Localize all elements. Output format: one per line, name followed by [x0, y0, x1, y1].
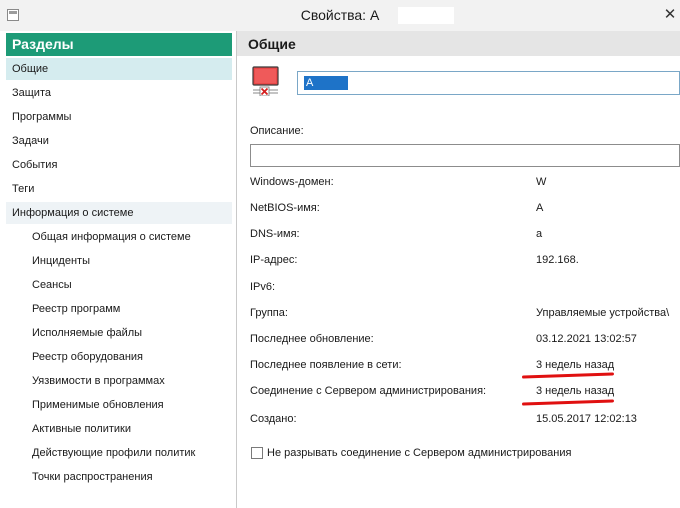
sidebar-subitem-vulnerabilities[interactable]: Уязвимости в программах: [32, 370, 232, 392]
prop-value-windows-domain: W: [536, 176, 547, 188]
section-title: Общие: [248, 36, 296, 52]
sidebar-subitem-general-system-info[interactable]: Общая информация о системе: [32, 226, 232, 248]
annotation-underline-last-seen: [521, 372, 615, 379]
prop-label-group: Группа:: [250, 307, 288, 319]
prop-label-netbios-name: NetBIOS-имя:: [250, 202, 320, 214]
prop-label-last-seen: Последнее появление в сети:: [250, 359, 402, 371]
prop-value-created: 15.05.2017 12:02:13: [536, 413, 637, 425]
sidebar-item-tasks[interactable]: Задачи: [6, 130, 232, 152]
prop-value-last-update: 03.12.2021 13:02:57: [536, 333, 637, 345]
title-bar: Свойства: А ✕: [0, 0, 680, 32]
sidebar-item-protection[interactable]: Защита: [6, 82, 232, 104]
sidebar-subitem-sessions[interactable]: Сеансы: [32, 274, 232, 296]
sidebar-item-applications[interactable]: Программы: [6, 106, 232, 128]
keep-connection-label[interactable]: Не разрывать соединение с Сервером админ…: [267, 447, 571, 459]
sections-sidebar: Разделы Общие Защита Программы Задачи Со…: [0, 31, 237, 508]
prop-value-admin-server-connection: 3 недель назад: [536, 385, 615, 397]
prop-value-ip-address: 192.168.: [536, 254, 579, 266]
prop-label-last-update: Последнее обновление:: [250, 333, 374, 345]
sidebar-item-general[interactable]: Общие: [6, 58, 232, 80]
prop-label-admin-server-connection: Соединение с Сервером администрирования:: [250, 385, 487, 397]
device-name-value: А: [304, 76, 316, 90]
device-name-field[interactable]: А: [297, 71, 680, 95]
annotation-underline-admin-server-connection: [521, 399, 615, 406]
sidebar-header: Разделы: [6, 33, 232, 56]
section-header: Общие: [237, 31, 680, 56]
prop-value-group: Управляемые устройства\: [536, 307, 670, 319]
sidebar-item-events[interactable]: События: [6, 154, 232, 176]
sidebar-subitem-policy-profiles[interactable]: Действующие профили политик: [32, 442, 232, 464]
sidebar-subitem-hardware-registry[interactable]: Реестр оборудования: [32, 346, 232, 368]
prop-value-netbios-name: А: [536, 202, 544, 214]
prop-label-ip-address: IP-адрес:: [250, 254, 298, 266]
name-selection-highlight: [314, 76, 348, 90]
sidebar-subitem-distribution-points[interactable]: Точки распространения: [32, 466, 232, 488]
computer-disconnected-icon: [252, 66, 280, 97]
close-icon[interactable]: ✕: [660, 0, 680, 30]
sidebar-item-tags[interactable]: Теги: [6, 178, 232, 200]
description-input[interactable]: [250, 144, 680, 167]
window-title: Свойства: А: [300, 7, 380, 23]
keep-connection-checkbox[interactable]: [251, 447, 263, 459]
prop-label-windows-domain: Windows-домен:: [250, 176, 334, 188]
sidebar-subitem-executables[interactable]: Исполняемые файлы: [32, 322, 232, 344]
sidebar-subitem-incidents[interactable]: Инциденты: [32, 250, 232, 272]
sidebar-subitem-app-registry[interactable]: Реестр программ: [32, 298, 232, 320]
sidebar-subitem-active-policies[interactable]: Активные политики: [32, 418, 232, 440]
title-redaction: [398, 7, 454, 24]
prop-label-created: Создано:: [250, 413, 297, 425]
sidebar-subitem-applicable-updates[interactable]: Применимые обновления: [32, 394, 232, 416]
prop-label-ipv6: IPv6:: [250, 281, 276, 293]
sidebar-item-system-info[interactable]: Информация о системе: [6, 202, 232, 224]
description-label: Описание:: [250, 125, 304, 137]
prop-label-dns-name: DNS-имя:: [250, 228, 300, 240]
prop-value-dns-name: а: [536, 228, 543, 240]
prop-value-last-seen: 3 недель назад: [536, 359, 615, 371]
